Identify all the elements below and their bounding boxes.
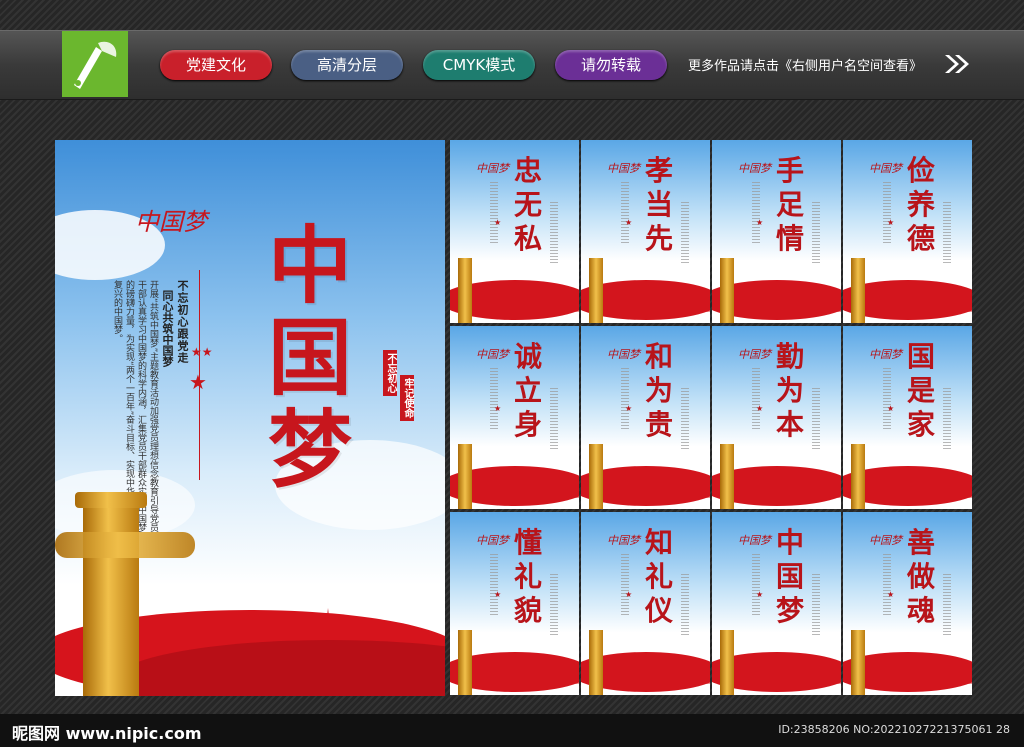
seal-remember-origin: 不忘初心: [383, 350, 397, 396]
seal-keep-mission: 牢记使命: [400, 375, 414, 421]
poster-title: 和为贵: [644, 340, 673, 441]
poster-title: 诚立身: [513, 340, 542, 441]
small-poster: 中国梦 ★ 俭养德: [843, 140, 972, 323]
small-poster: 中国梦 ★ 善做魂: [843, 512, 972, 695]
poster-title: 善做魂: [906, 526, 935, 627]
poster-title: 中国梦: [267, 216, 352, 499]
small-poster: 中国梦 ★ 手足情: [712, 140, 841, 323]
star-icon: ★: [189, 370, 207, 394]
poster-title: 孝当先: [644, 154, 673, 255]
poster-title: 手足情: [775, 154, 804, 255]
poster-title: 勤为本: [775, 340, 804, 441]
double-arrow-icon[interactable]: [943, 53, 971, 75]
poster-title: 俭养德: [906, 154, 935, 255]
huabiao-pillar-icon: [83, 492, 139, 696]
calligraphy-logo: 中国梦: [135, 208, 207, 236]
tag-hd-layers[interactable]: 高清分层: [291, 50, 403, 80]
poster-title: 忠无私: [513, 154, 542, 255]
small-poster: 中国梦 ★ 知礼仪: [581, 512, 710, 695]
star-icon: ★★: [191, 345, 213, 359]
slogan-build-dream: 同心共筑中国梦: [161, 290, 174, 367]
poster-title: 国是家: [906, 340, 935, 441]
small-poster: 中国梦 ★ 中国梦: [712, 512, 841, 695]
tag-cmyk[interactable]: CMYK模式: [423, 50, 535, 80]
slogan-follow-party: 不忘初心跟党走: [176, 280, 189, 364]
main-poster: 中国梦 中国梦 ★★ ★ 不忘初心跟党走 同心共筑中国梦 开展“共筑中国梦”主题…: [55, 140, 445, 696]
small-poster: 中国梦 ★ 国是家: [843, 326, 972, 509]
small-poster: 中国梦 ★ 孝当先: [581, 140, 710, 323]
image-id: ID:23858206 NO:20221027221375061 28: [778, 723, 1010, 736]
tag-no-repost[interactable]: 请勿转载: [555, 50, 667, 80]
small-poster: 中国梦 ★ 诚立身: [450, 326, 579, 509]
poster-title: 知礼仪: [644, 526, 673, 627]
small-poster: 中国梦 ★ 勤为本: [712, 326, 841, 509]
footer-bar: 昵图网 www.nipic.com ID:23858206 NO:2022102…: [0, 714, 1024, 747]
small-poster: 中国梦 ★ 和为贵: [581, 326, 710, 509]
poster-title: 中国梦: [775, 526, 804, 627]
tag-party-culture[interactable]: 党建文化: [160, 50, 272, 80]
small-poster: 中国梦 ★ 忠无私: [450, 140, 579, 323]
site-watermark[interactable]: 昵图网 www.nipic.com: [12, 720, 202, 744]
pen-logo-icon: [62, 31, 128, 97]
poster-title: 懂礼貌: [513, 526, 542, 627]
small-poster: 中国梦 ★ 懂礼貌: [450, 512, 579, 695]
more-works-link[interactable]: 更多作品请点击《右侧用户名空间查看》: [688, 55, 922, 74]
top-banner: 党建文化 高清分层 CMYK模式 请勿转载 更多作品请点击《右侧用户名空间查看》: [0, 30, 1024, 100]
